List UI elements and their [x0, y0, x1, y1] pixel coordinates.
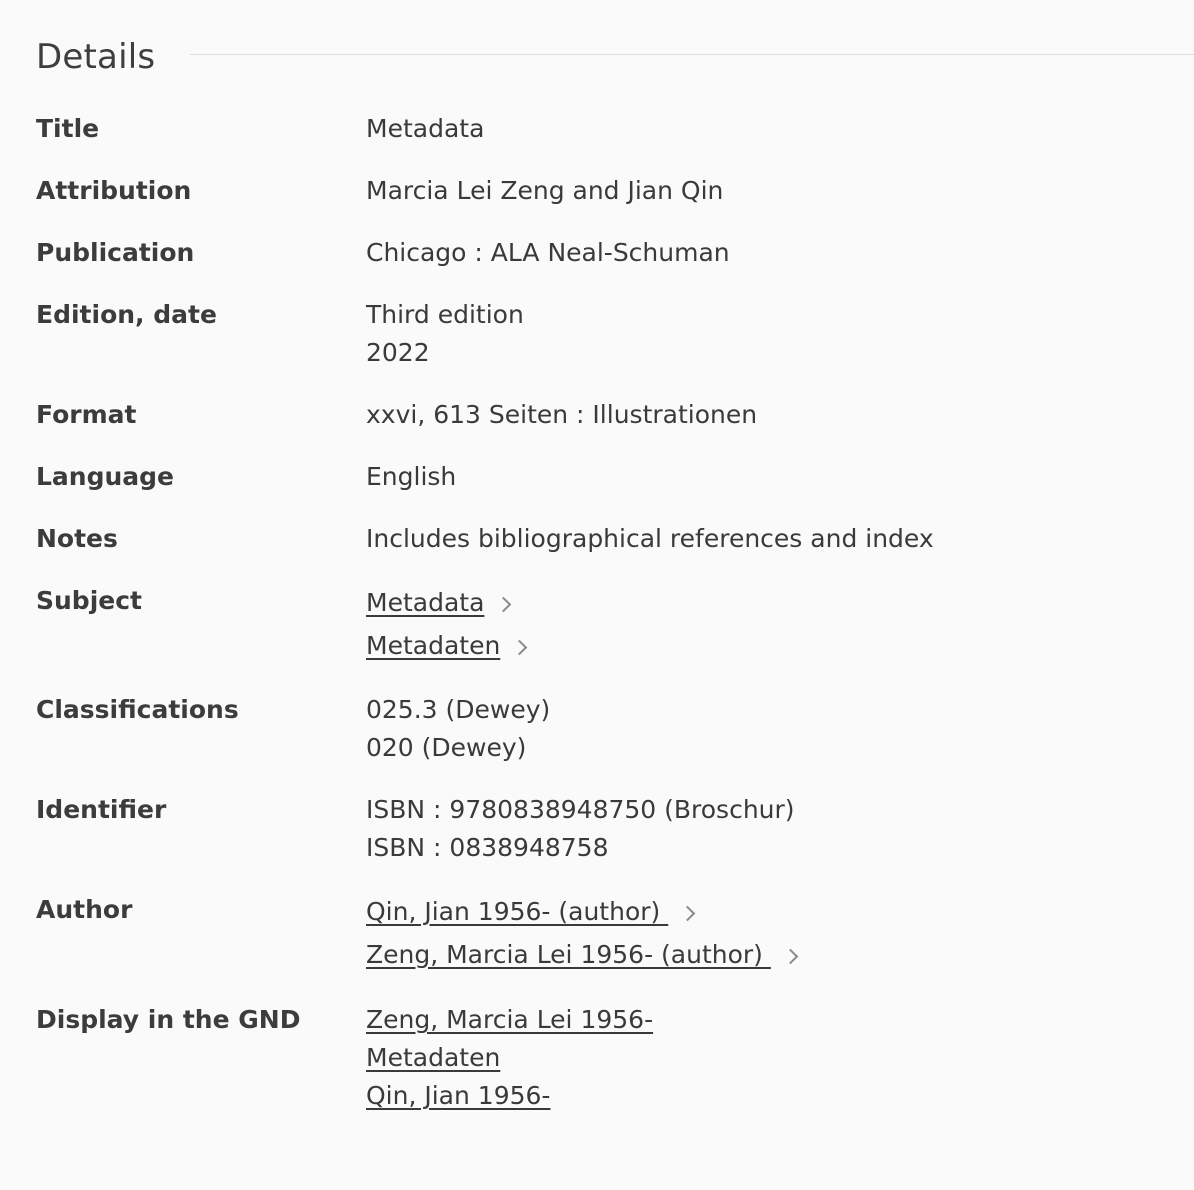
- label-notes: Notes: [36, 524, 118, 553]
- label-edition-date: Edition, date: [36, 300, 217, 329]
- gnd-link-zeng[interactable]: Zeng, Marcia Lei 1956-: [366, 1001, 653, 1039]
- gnd-link-row: Zeng, Marcia Lei 1956-: [366, 1001, 1146, 1039]
- label-title: Title: [36, 114, 100, 143]
- value-attribution: Marcia Lei Zeng and Jian Qin: [366, 172, 1146, 210]
- classification-text: 025.3 (Dewey): [366, 695, 551, 724]
- value-publication: Chicago : ALA Neal-Schuman: [366, 234, 1146, 272]
- section-header: Details: [36, 34, 1194, 80]
- gnd-link-row: Metadaten: [366, 1039, 1146, 1077]
- value-language-text: English: [366, 462, 457, 491]
- label-author: Author: [36, 895, 133, 924]
- subject-link-row: Metadaten: [366, 624, 1146, 667]
- label-display-in-gnd: Display in the GND: [36, 1005, 301, 1034]
- chevron-right-icon[interactable]: [512, 639, 528, 656]
- value-notes-text: Includes bibliographical references and …: [366, 524, 934, 553]
- classification-text: 020 (Dewey): [366, 733, 527, 762]
- value-notes: Includes bibliographical references and …: [366, 520, 1146, 558]
- author-link-zeng[interactable]: Zeng, Marcia Lei 1956- (author): [366, 936, 771, 974]
- label-identifier: Identifier: [36, 795, 167, 824]
- chevron-right-icon[interactable]: [782, 948, 799, 965]
- chevron-right-icon[interactable]: [496, 596, 512, 613]
- author-link-row: Zeng, Marcia Lei 1956- (author): [366, 933, 1146, 976]
- edition-text: Third edition: [366, 300, 524, 329]
- value-format: xxvi, 613 Seiten : Illustrationen: [366, 396, 1146, 434]
- subject-link-metadaten[interactable]: Metadaten: [366, 627, 500, 665]
- value-publication-text: Chicago : ALA Neal-Schuman: [366, 238, 730, 267]
- value-display-in-gnd: Zeng, Marcia Lei 1956- Metadaten Qin, Ji…: [366, 1001, 1146, 1115]
- label-classifications: Classifications: [36, 695, 239, 724]
- chevron-right-icon[interactable]: [679, 905, 696, 922]
- gnd-link-metadaten[interactable]: Metadaten: [366, 1039, 500, 1077]
- value-format-text: xxvi, 613 Seiten : Illustrationen: [366, 400, 758, 429]
- subject-link-row: Metadata: [366, 581, 1146, 624]
- value-title-text: Metadata: [366, 114, 485, 143]
- identifier-text: ISBN : 0838948758: [366, 833, 609, 862]
- value-author: Qin, Jian 1956- (author) Zeng, Marcia Le…: [366, 891, 1146, 976]
- value-edition-date: Third edition 2022: [366, 296, 1146, 372]
- subject-link-metadata[interactable]: Metadata: [366, 584, 484, 622]
- label-publication: Publication: [36, 238, 195, 267]
- label-attribution: Attribution: [36, 176, 192, 205]
- identifier-text: ISBN : 9780838948750 (Broschur): [366, 795, 795, 824]
- author-link-row: Qin, Jian 1956- (author): [366, 890, 1146, 933]
- author-link-qin[interactable]: Qin, Jian 1956- (author): [366, 893, 668, 931]
- section-title: Details: [36, 37, 156, 77]
- label-subject: Subject: [36, 586, 142, 615]
- value-language: English: [366, 458, 1146, 496]
- section-divider: [190, 54, 1194, 55]
- gnd-link-row: Qin, Jian 1956-: [366, 1077, 1146, 1115]
- value-classifications: 025.3 (Dewey) 020 (Dewey): [366, 691, 1146, 767]
- value-title: Metadata: [366, 110, 1146, 148]
- gnd-link-qin[interactable]: Qin, Jian 1956-: [366, 1077, 550, 1115]
- label-format: Format: [36, 400, 137, 429]
- value-subject: Metadata Metadaten: [366, 582, 1146, 667]
- value-attribution-text: Marcia Lei Zeng and Jian Qin: [366, 176, 724, 205]
- value-identifier: ISBN : 9780838948750 (Broschur) ISBN : 0…: [366, 791, 1146, 867]
- date-text: 2022: [366, 338, 430, 367]
- label-language: Language: [36, 462, 175, 491]
